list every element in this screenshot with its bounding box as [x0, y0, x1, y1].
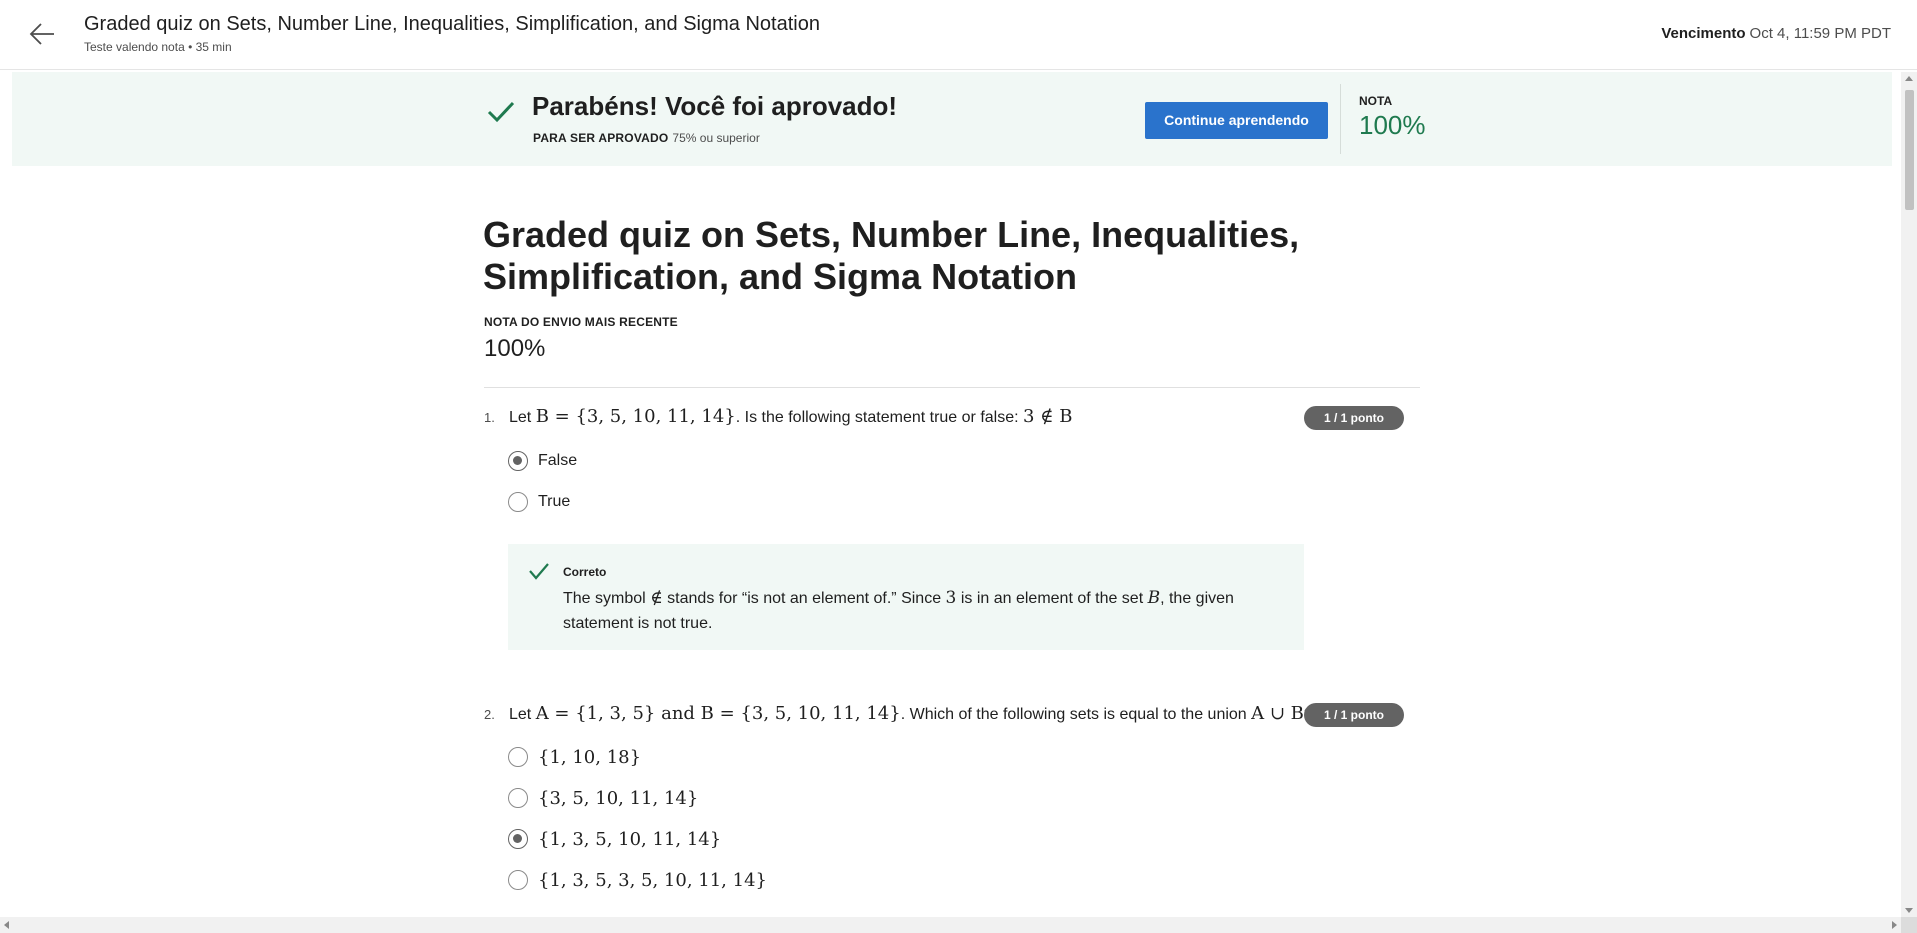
- radio-button[interactable]: [508, 870, 528, 890]
- recent-grade-label: NOTA DO ENVIO MAIS RECENTE: [484, 315, 678, 329]
- radio-button[interactable]: [508, 451, 528, 471]
- option-label: False: [538, 452, 578, 469]
- due-value: Oct 4, 11:59 PM PDT: [1749, 25, 1891, 42]
- recent-grade-value: 100%: [484, 335, 546, 362]
- points-badge: 1 / 1 ponto: [1304, 703, 1404, 727]
- page-title: Graded quiz on Sets, Number Line, Inequa…: [483, 214, 1300, 297]
- feedback-part: is in an element of the set: [956, 590, 1148, 607]
- option-label: {1, 10, 18}: [538, 746, 642, 768]
- math-expression: A = {1, 3, 5}: [535, 703, 656, 724]
- option-true[interactable]: True: [508, 489, 570, 515]
- question-text: Let: [509, 409, 536, 426]
- radio-button[interactable]: [508, 747, 528, 767]
- question-text: Let: [509, 706, 536, 723]
- grade-value: 100%: [1359, 110, 1426, 140]
- top-header: Graded quiz on Sets, Number Line, Inequa…: [0, 0, 1917, 70]
- question-2-text: Let A = {1, 3, 5} and B = {3, 5, 10, 11,…: [509, 703, 1313, 724]
- check-icon: [487, 101, 515, 123]
- grade-label: NOTA: [1359, 94, 1393, 108]
- math-expression: ∉: [650, 588, 663, 608]
- option-label: {3, 5, 10, 11, 14}: [538, 787, 699, 809]
- math-expression: B = {3, 5, 10, 11, 14}: [700, 703, 901, 724]
- math-expression: A ∪ B: [1251, 703, 1304, 724]
- option-label: {1, 3, 5, 3, 5, 10, 11, 14}: [538, 869, 767, 891]
- math-expression: 3: [945, 588, 957, 608]
- due-label: Vencimento: [1661, 25, 1746, 42]
- option-label: {1, 3, 5, 10, 11, 14}: [538, 828, 722, 850]
- pass-banner: Parabéns! Você foi aprovado! PARA SER AP…: [12, 72, 1892, 166]
- back-button[interactable]: [28, 20, 56, 48]
- feedback-text: The symbol ∉ stands for “is not an eleme…: [563, 586, 1283, 636]
- vertical-scrollbar[interactable]: [1901, 72, 1917, 917]
- scroll-down-arrow-icon[interactable]: [1905, 908, 1913, 913]
- option-1[interactable]: {1, 10, 18}: [508, 744, 641, 770]
- arrow-left-icon: [29, 23, 54, 45]
- due-date: Vencimento Oct 4, 11:59 PM PDT: [1661, 25, 1891, 42]
- question-1-text: Let B = {3, 5, 10, 11, 14}. Is the follo…: [509, 406, 1072, 427]
- option-false[interactable]: False: [508, 448, 577, 474]
- question-number: 2.: [484, 707, 495, 722]
- feedback-part: stands for “is not an element of.” Since: [662, 590, 946, 607]
- radio-button[interactable]: [508, 788, 528, 808]
- scroll-thumb[interactable]: [1905, 90, 1914, 210]
- radio-button[interactable]: [508, 492, 528, 512]
- banner-title: Parabéns! Você foi aprovado!: [532, 91, 898, 121]
- question-text: . Is the following statement true or fal…: [735, 409, 1023, 426]
- scroll-left-arrow-icon[interactable]: [4, 921, 9, 929]
- radio-button[interactable]: [508, 829, 528, 849]
- pass-value: 75% ou superior: [672, 131, 760, 145]
- option-2[interactable]: {3, 5, 10, 11, 14}: [508, 785, 698, 811]
- check-icon: [529, 563, 549, 580]
- divider: [484, 387, 1420, 388]
- scroll-right-arrow-icon[interactable]: [1892, 921, 1897, 929]
- points-badge: 1 / 1 ponto: [1304, 406, 1404, 430]
- question-text: and: [655, 703, 701, 724]
- feedback-title: Correto: [563, 565, 607, 579]
- math-expression: B: [1147, 588, 1161, 608]
- option-label: True: [538, 493, 571, 510]
- header-title: Graded quiz on Sets, Number Line, Inequa…: [84, 13, 820, 35]
- header-subtitle: Teste valendo nota • 35 min: [84, 40, 232, 54]
- feedback-part: The symbol: [563, 590, 651, 607]
- question-text: . Which of the following sets is equal t…: [900, 706, 1252, 723]
- scrollbar-corner: [1901, 917, 1917, 933]
- horizontal-scrollbar[interactable]: [0, 917, 1901, 933]
- banner-divider: [1340, 84, 1341, 154]
- option-3[interactable]: {1, 3, 5, 10, 11, 14}: [508, 826, 721, 852]
- math-expression: 3 ∉ B: [1023, 406, 1073, 427]
- math-expression: B = {3, 5, 10, 11, 14}: [535, 406, 736, 427]
- question-number: 1.: [484, 410, 495, 425]
- continue-learning-button[interactable]: Continue aprendendo: [1145, 102, 1328, 139]
- feedback-box: Correto The symbol ∉ stands for “is not …: [508, 544, 1304, 650]
- option-4[interactable]: {1, 3, 5, 3, 5, 10, 11, 14}: [508, 867, 767, 893]
- pass-label: PARA SER APROVADO: [533, 131, 669, 145]
- pass-requirement: PARA SER APROVADO 75% ou superior: [533, 131, 760, 145]
- scroll-up-arrow-icon[interactable]: [1905, 76, 1913, 81]
